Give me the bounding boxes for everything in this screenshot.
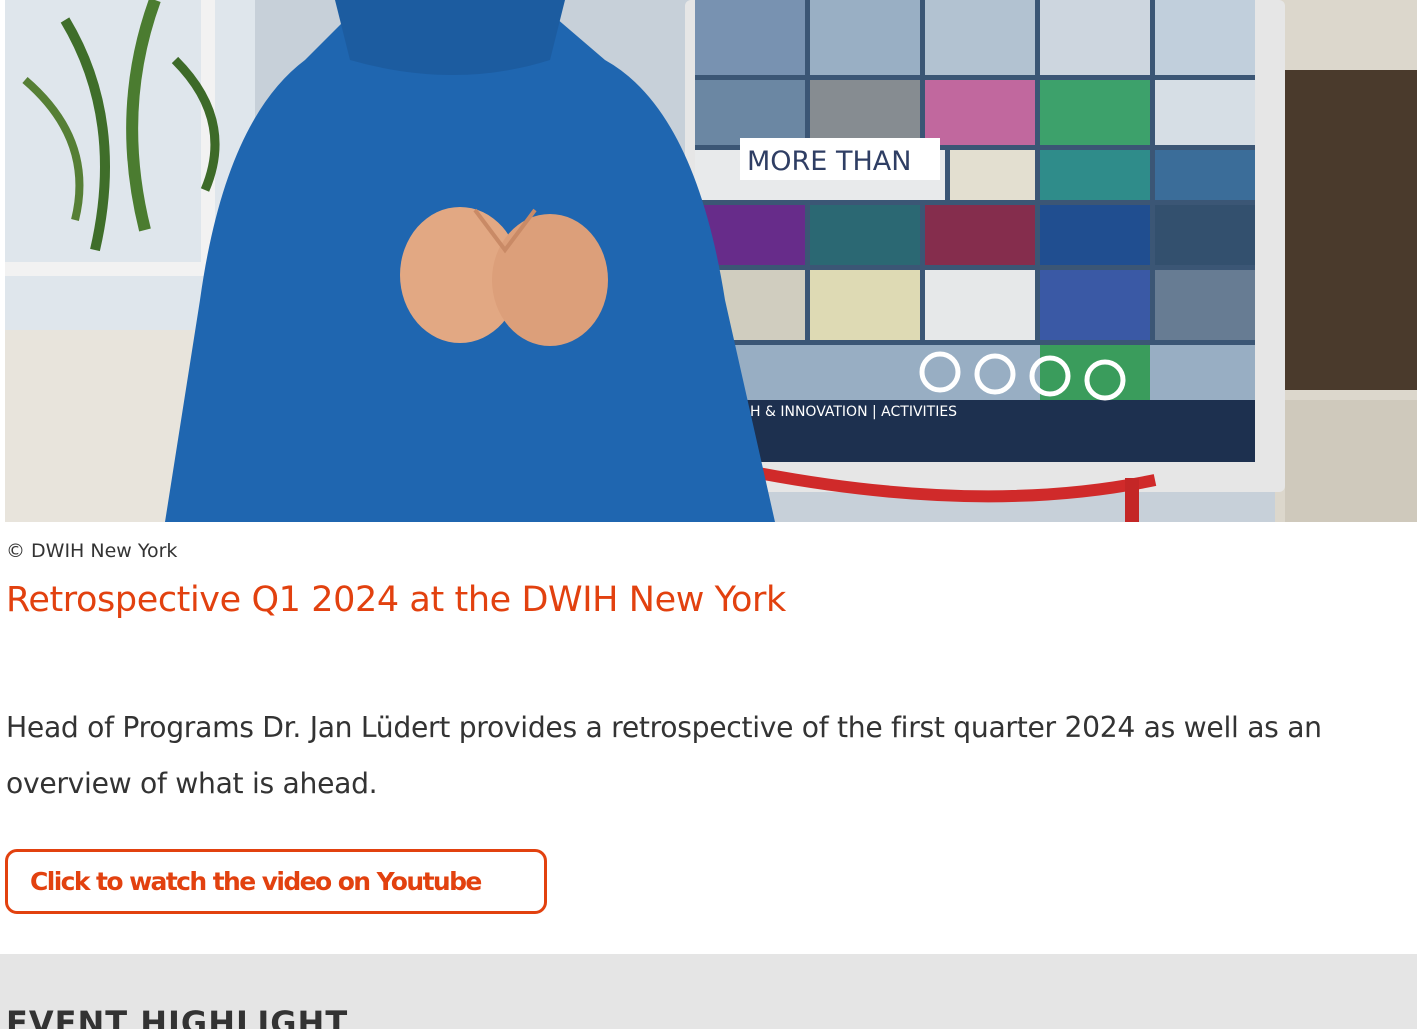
watch-video-button[interactable]: Click to watch the video on Youtube xyxy=(5,849,547,914)
article-description: Head of Programs Dr. Jan Lüdert provides… xyxy=(6,711,1322,800)
watch-video-button-label: Click to watch the video on Youtube xyxy=(30,867,482,896)
event-highlight-section: EVENT HIGHLIGHT xyxy=(0,954,1417,1029)
event-highlight-heading: EVENT HIGHLIGHT xyxy=(6,1004,349,1029)
image-copyright: © DWIH New York xyxy=(6,540,178,562)
video-thumbnail-image: MORE THAN H & INNOVATION | ACTIVITIES xyxy=(5,0,1417,522)
video-thumbnail[interactable]: MORE THAN H & INNOVATION | ACTIVITIES xyxy=(5,0,1417,522)
article-title[interactable]: Retrospective Q1 2024 at the DWIH New Yo… xyxy=(6,580,786,620)
screen-headline-text: MORE THAN xyxy=(747,146,911,177)
page: MORE THAN H & INNOVATION | ACTIVITIES © … xyxy=(0,0,1417,1029)
screen-footer-text: H & INNOVATION | ACTIVITIES xyxy=(750,404,957,420)
